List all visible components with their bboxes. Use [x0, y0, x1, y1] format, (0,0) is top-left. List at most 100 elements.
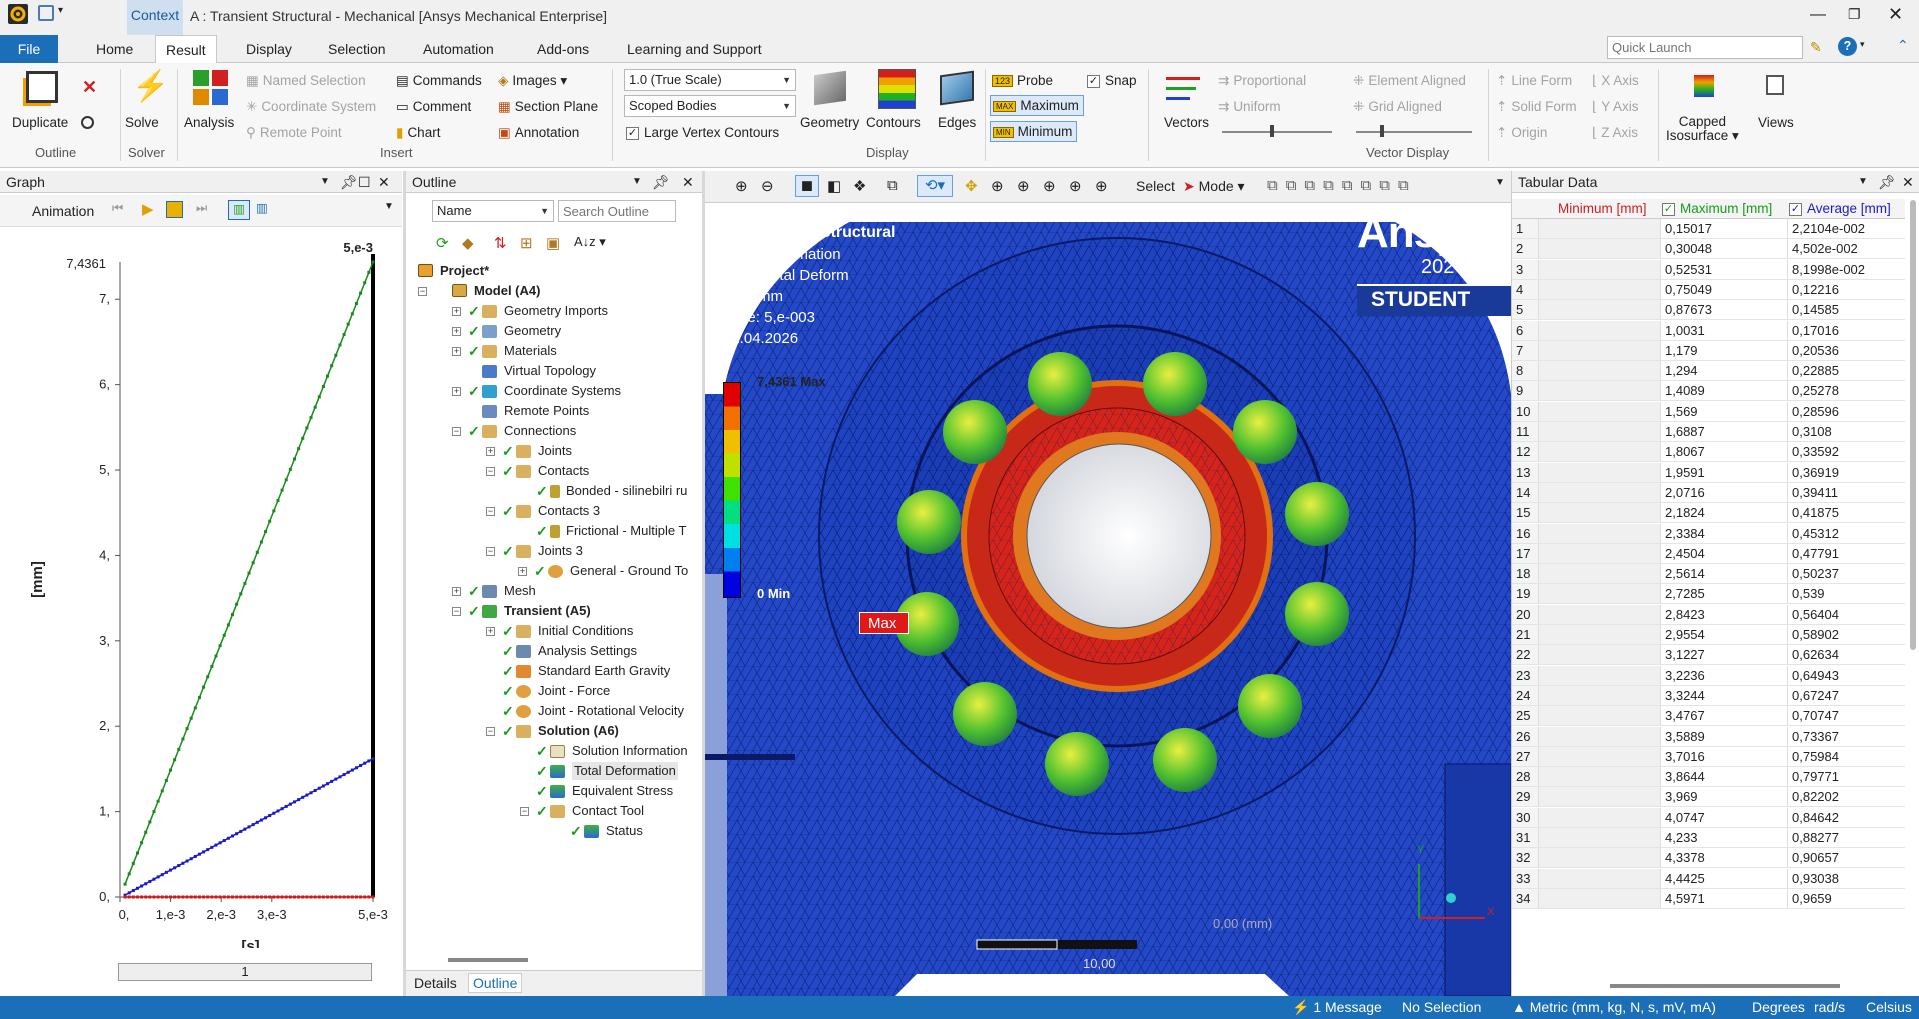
tab-outline[interactable]: Outline: [468, 973, 523, 993]
analysis-icon[interactable]: [193, 70, 229, 106]
commands-button[interactable]: ▤ Commands: [396, 73, 482, 89]
table-row[interactable]: 9 1,4089 0,25278: [1512, 381, 1905, 402]
section-view-icon[interactable]: ⧉: [887, 177, 898, 194]
expand-all-icon[interactable]: ⊞: [520, 234, 533, 252]
viewport-canvas[interactable]: A: Transient Structural Total Deformatio…: [705, 204, 1511, 996]
magnifier-icon[interactable]: ⊕: [1069, 177, 1082, 195]
collapse-icon[interactable]: −: [452, 607, 461, 616]
expand-icon[interactable]: +: [518, 567, 527, 576]
wireframe-view-icon[interactable]: ◧: [827, 177, 841, 195]
collapse-icon[interactable]: −: [418, 287, 427, 296]
edges-button[interactable]: Edges: [938, 115, 976, 130]
table-row[interactable]: 18 2,5614 0,50237: [1512, 564, 1905, 585]
table-row[interactable]: 27 3,7016 0,75984: [1512, 746, 1905, 767]
delete-icon[interactable]: ✕: [82, 77, 97, 98]
annotation-button[interactable]: ▣ Annotation: [498, 125, 579, 141]
table-row[interactable]: 20 2,8423 0,56404: [1512, 604, 1905, 625]
toolbar-overflow-icon[interactable]: ▼: [384, 201, 394, 212]
table-row[interactable]: 12 1,8067 0,33592: [1512, 442, 1905, 463]
collapse-ribbon-icon[interactable]: ⌃: [1897, 37, 1909, 54]
search-icon[interactable]: [81, 116, 94, 129]
chart-button[interactable]: ▮ Chart: [396, 125, 440, 141]
solve-icon[interactable]: ⚡: [132, 69, 169, 104]
snap-checkbox[interactable]: ✓ Snap: [1087, 73, 1137, 88]
table-row[interactable]: 6 1,0031 0,17016: [1512, 320, 1905, 341]
collapse-icon[interactable]: −: [486, 727, 495, 736]
table-row[interactable]: 16 2,3384 0,45312: [1512, 523, 1905, 544]
pin-icon[interactable]: 📌︎: [340, 171, 358, 193]
scale-dropdown[interactable]: 1.0 (True Scale) ▼: [624, 69, 796, 91]
unit-system[interactable]: ▲ Metric (mm, kg, N, s, mV, mA): [1512, 996, 1716, 1019]
contours-icon[interactable]: [878, 69, 916, 109]
table-row[interactable]: 19 2,7285 0,539: [1512, 584, 1905, 605]
rate-unit[interactable]: rad/s: [1814, 996, 1845, 1019]
step-back-icon[interactable]: ⏮: [112, 201, 123, 216]
tab-learning-support[interactable]: Learning and Support: [617, 35, 772, 63]
probe-button[interactable]: 123 Probe: [992, 73, 1053, 88]
vector-density-slider[interactable]: [1356, 125, 1472, 137]
section-plane-button[interactable]: ▦ Section Plane: [498, 99, 598, 115]
table-row[interactable]: 34 4,5971 0,9659: [1512, 888, 1905, 909]
column-header-minimum[interactable]: Minimum [mm]: [1542, 199, 1647, 219]
expand-icon[interactable]: +: [452, 327, 461, 336]
table-row[interactable]: 32 4,3378 0,90657: [1512, 848, 1905, 869]
vectors-icon[interactable]: [1166, 73, 1206, 105]
collapse-icon[interactable]: −: [452, 427, 461, 436]
minimize-icon[interactable]: —: [1810, 6, 1826, 24]
edit-icon[interactable]: ✎: [1810, 39, 1822, 56]
angle-unit[interactable]: Degrees: [1752, 996, 1805, 1019]
views-icon[interactable]: [1766, 75, 1784, 95]
help-dropdown-icon[interactable]: ▾: [1860, 39, 1865, 50]
expand-icon[interactable]: +: [452, 307, 461, 316]
table-row[interactable]: 17 2,4504 0,47791: [1512, 543, 1905, 564]
expand-icon[interactable]: +: [452, 347, 461, 356]
tab-file[interactable]: File: [0, 35, 58, 63]
tab-selection[interactable]: Selection: [318, 35, 396, 63]
close-pane-icon[interactable]: ✕: [1902, 171, 1914, 193]
frame-slider[interactable]: 1: [118, 963, 372, 981]
column-header-maximum[interactable]: ✓ Maximum [mm]: [1662, 199, 1772, 219]
table-row[interactable]: 21 2,9554 0,58902: [1512, 625, 1905, 645]
tabular-hscroll[interactable]: [1610, 984, 1840, 988]
geometry-display-icon[interactable]: [814, 70, 846, 106]
tab-display[interactable]: Display: [236, 35, 302, 63]
help-icon[interactable]: ?: [1838, 37, 1857, 56]
table-row[interactable]: 10 1,569 0,28596: [1512, 401, 1905, 422]
solid-form-button[interactable]: ⇡ Solid Form: [1496, 99, 1577, 115]
tab-details[interactable]: Details: [414, 975, 457, 991]
proportional-button[interactable]: ⇉ Proportional: [1218, 73, 1306, 89]
remote-point-button[interactable]: ⚲ Remote Point: [246, 125, 342, 141]
collapse-icon[interactable]: −: [486, 507, 495, 516]
named-selection-button[interactable]: ▦ Named Selection: [246, 73, 366, 89]
table-row[interactable]: 22 3,1227 0,62634: [1512, 645, 1905, 666]
origin-button[interactable]: ⇡ Origin: [1496, 125, 1547, 141]
selection-filter-icons[interactable]: ⧉⧉⧉⧉⧉⧉⧉⧉: [1267, 177, 1417, 194]
outline-hscroll[interactable]: [448, 958, 528, 962]
mode-dropdown[interactable]: ➤ Mode ▾: [1183, 178, 1245, 195]
alpha-sort-icon[interactable]: A↓z ▾: [574, 234, 606, 250]
message-indicator[interactable]: ⚡ 1 Message: [1292, 996, 1382, 1019]
expand-icon[interactable]: +: [452, 587, 461, 596]
distributed-frames-icon[interactable]: ▥: [228, 200, 250, 220]
vectors-button[interactable]: Vectors: [1164, 115, 1209, 130]
table-row[interactable]: 29 3,969 0,82202: [1512, 787, 1905, 808]
result-sets-icon[interactable]: ▥: [256, 200, 268, 215]
zoom-selection-icon[interactable]: ⊕: [1043, 177, 1056, 195]
capped-isosurface-icon[interactable]: [1694, 75, 1714, 97]
table-row[interactable]: 2 0,30048 4,502e-002: [1512, 239, 1905, 260]
expand-icon[interactable]: +: [486, 447, 495, 456]
table-row[interactable]: 7 1,179 0,20536: [1512, 340, 1905, 361]
previous-view-icon[interactable]: ⊕: [1095, 177, 1108, 195]
pane-menu-icon[interactable]: ▼: [1858, 171, 1868, 193]
column-header-average[interactable]: ✓ Average [mm]: [1789, 199, 1891, 219]
minimum-button[interactable]: MIN Minimum: [990, 121, 1078, 142]
table-row[interactable]: 11 1,6887 0,3108: [1512, 422, 1905, 442]
quick-access-dropdown-icon[interactable]: ▾: [58, 5, 63, 16]
table-row[interactable]: 24 3,3244 0,67247: [1512, 685, 1905, 706]
folder-icon[interactable]: ▣: [546, 234, 560, 252]
step-forward-icon[interactable]: ⏭: [196, 201, 207, 216]
comment-button[interactable]: ▭ Comment: [396, 99, 471, 115]
expand-icon[interactable]: +: [486, 627, 495, 636]
restore-icon[interactable]: ❐: [1848, 6, 1861, 23]
table-row[interactable]: 33 4,4425 0,93038: [1512, 868, 1905, 889]
